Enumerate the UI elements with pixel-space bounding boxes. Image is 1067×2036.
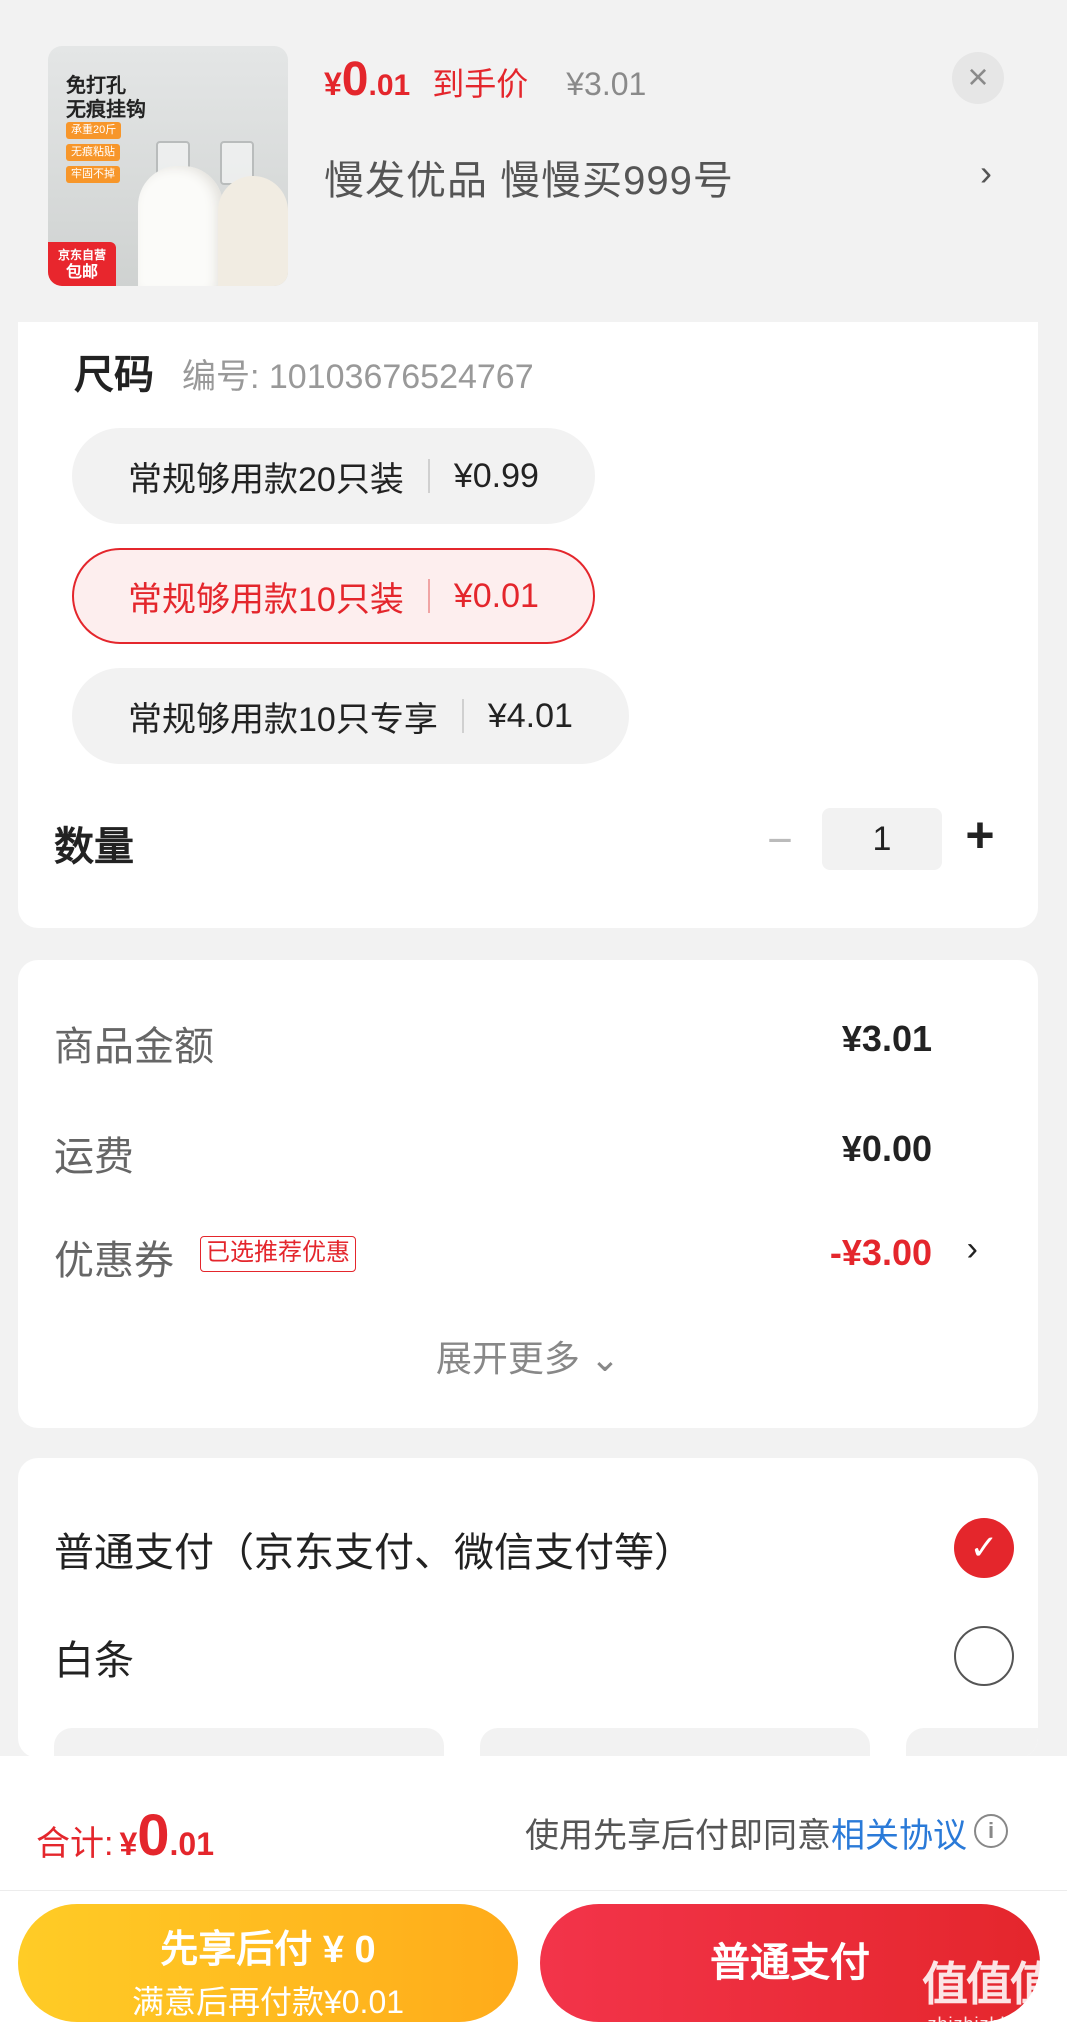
pay-later-button[interactable]: 先享后付 ¥ 0 满意后再付款¥0.01 [18,1904,518,2022]
product-image: 免打孔 无痕挂钩 承重20斤 无痕粘贴 牢固不掉 京东自营 包邮 [48,46,288,286]
quantity-decrease-button[interactable]: − [758,816,802,866]
watermark: 值值值 zhizhizhi.com [918,1948,1058,2035]
quantity-input[interactable]: 1 [822,808,942,870]
quantity-label: 数量 [54,825,134,869]
checkout-bar: 合计: ¥ 0 .01 使用先享后付即同意相关协议 i 先享后付 ¥ 0 满意后… [0,1756,1067,2036]
spec-option-name: 常规够用款10只装 [128,580,404,619]
goods-amount-row: 商品金额 ¥3.01 [54,1014,1014,1074]
info-icon[interactable]: i [974,1814,1008,1848]
coupon-label: 优惠券 [54,1239,174,1283]
chevron-right-icon[interactable]: › [967,1230,978,1269]
goods-amount-value: ¥3.01 [841,1018,932,1059]
amount-card: 商品金额 ¥3.01 运费 ¥0.00 优惠券 已选推荐优惠 -¥3.00 › … [18,960,1038,1428]
agreement-text: 使用先享后付即同意相关协议 [525,1808,967,1857]
product-image-chip: 承重20斤 [66,122,122,139]
badge-line: 京东自营 [57,248,106,262]
spec-option-name: 常规够用款10只专享 [128,700,438,739]
close-button[interactable]: × [952,52,1004,104]
total-amount: 合计: ¥ 0 .01 [36,1802,214,1869]
product-header: 免打孔 无痕挂钩 承重20斤 无痕粘贴 牢固不掉 京东自营 包邮 ¥ 0 .01… [0,0,1067,322]
jd-self-operated-badge: 京东自营 包邮 [48,242,116,286]
total-integer: 0 [137,1803,170,1868]
original-price: ¥3.01 [566,66,647,102]
shipping-row: 运费 ¥0.00 [54,1124,1014,1184]
shipping-label: 运费 [54,1135,134,1179]
price-integer: 0 [341,53,369,106]
spec-option-price: ¥4.01 [487,696,573,735]
total-decimal: .01 [169,1826,214,1862]
agreement-prefix: 使用先享后付即同意 [525,1817,831,1855]
total-label: 合计: [36,1825,114,1863]
spec-option-price: ¥0.99 [453,456,539,495]
spec-card: 尺码 编号: 10103676524767 常规够用款20只装 ¥0.99 常规… [18,322,1038,928]
watermark-logo: 值值值 [922,1958,1056,2010]
spec-option[interactable]: 常规够用款10只专享 ¥4.01 [72,668,629,764]
installment-plan-card[interactable] [480,1728,870,1758]
product-image-chip: 牢固不掉 [66,166,120,183]
coupon-row[interactable]: 优惠券 已选推荐优惠 -¥3.00 › [54,1228,1014,1288]
installment-plan-card[interactable] [906,1728,1038,1758]
pay-later-title: 先享后付 ¥ 0 [160,1929,376,1971]
quantity-increase-button[interactable]: + [958,806,1002,864]
spec-option[interactable]: 常规够用款20只装 ¥0.99 [72,428,595,524]
payment-card: 普通支付（京东支付、微信支付等） ✓ 白条 [18,1458,1038,1758]
final-price: ¥ 0 .01 到手价 ¥3.01 [324,52,646,112]
towel-illustration [218,176,288,286]
price-tag: 到手价 [432,66,529,102]
spec-label: 尺码 [74,353,154,397]
expand-more-button[interactable]: 展开更多 ⌄ [18,1330,1038,1382]
spec-option-name: 常规够用款20只装 [128,460,404,499]
radio-unchecked-icon[interactable] [954,1626,1014,1686]
payment-option-label: 普通支付（京东支付、微信支付等） [54,1531,694,1575]
pay-later-subtitle: 满意后再付款¥0.01 [131,1984,405,2020]
product-image-chip: 无痕粘贴 [66,144,120,161]
goods-amount-label: 商品金额 [54,1025,214,1069]
spec-header: 尺码 编号: 10103676524767 [74,342,534,400]
watermark-domain: zhizhizhi.com [927,2014,1049,2034]
installment-plan-card[interactable] [54,1728,444,1758]
badge-line: 包邮 [65,264,98,281]
price-currency: ¥ [324,66,342,102]
product-image-title: 免打孔 无痕挂钩 [66,75,146,121]
payment-option-normal[interactable]: 普通支付（京东支付、微信支付等） ✓ [54,1514,1014,1584]
payment-option-baitiao[interactable]: 白条 [54,1622,1014,1692]
spec-option-price: ¥0.01 [453,576,539,615]
coupon-tag: 已选推荐优惠 [200,1236,356,1272]
divider [0,1890,1067,1891]
chevron-right-icon[interactable]: › [980,152,992,194]
price-decimal: .01 [368,69,411,102]
coupon-value: -¥3.00 [829,1232,932,1273]
payment-option-label: 白条 [54,1639,134,1683]
divider [427,459,430,493]
spec-option-selected[interactable]: 常规够用款10只装 ¥0.01 [72,548,595,644]
total-currency: ¥ [119,1826,138,1862]
shipping-value: ¥0.00 [841,1128,932,1169]
divider [461,699,464,733]
divider [427,579,430,613]
checkmark-icon[interactable]: ✓ [954,1518,1014,1578]
agreement-link[interactable]: 相关协议 [831,1817,967,1855]
product-code: 编号: 10103676524767 [182,358,534,396]
towel-illustration [138,166,223,286]
sku-title[interactable]: 慢发优品 慢慢买999号 [324,148,734,206]
